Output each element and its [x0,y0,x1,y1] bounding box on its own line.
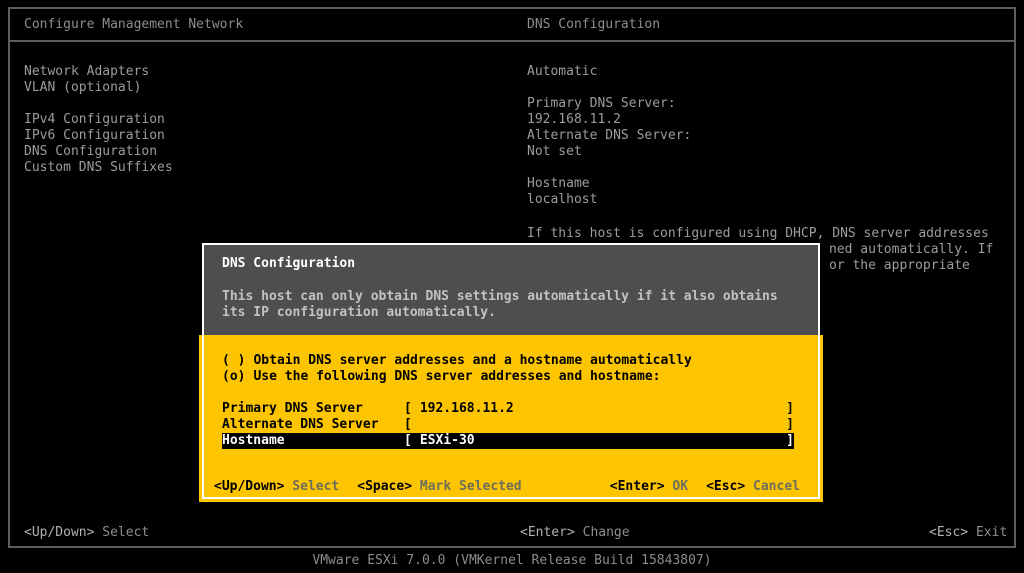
dialog-enter-hint: <Enter> OK [610,479,688,495]
dns-mode-value: Automatic [527,64,691,80]
bracket-close: ] [786,417,794,433]
menu-item-custom-dns-suffixes[interactable]: Custom DNS Suffixes [24,160,173,176]
bracket-open: [ [404,433,412,449]
bracket-close: ] [786,401,794,417]
radio-obtain-label: Obtain DNS server addresses and a hostna… [253,353,691,369]
updown-key-hint: <Up/Down> [24,525,94,540]
bracket-open: [ [404,417,412,433]
dialog-updown-hint: <Up/Down> Select [214,479,339,495]
dialog-header: DNS Configuration This host can only obt… [202,243,820,335]
hostname-label: Hostname [527,176,691,192]
dialog-esc-key: <Esc> [706,479,745,494]
menu-item-ipv6-configuration[interactable]: IPv6 Configuration [24,128,173,144]
alternate-dns-field-value[interactable] [420,417,786,433]
alternate-dns-field-label: Alternate DNS Server [222,417,404,433]
network-menu: Network Adapters VLAN (optional) IPv4 Co… [24,64,173,176]
dialog-updown-key: <Up/Down> [214,479,284,494]
dialog-body: ( ) Obtain DNS server addresses and a ho… [199,335,823,502]
hostname-field-value[interactable]: ESXi-30 [420,433,786,449]
dialog-body-inner: ( ) Obtain DNS server addresses and a ho… [202,335,820,499]
dialog-esc-hint: <Esc> Cancel [706,479,800,495]
page-title: Configure Management Network [24,17,243,33]
esxi-version-banner: VMware ESXi 7.0.0 (VMKernel Release Buil… [0,553,1024,569]
dialog-fields: Primary DNS Server [ 192.168.11.2 ] Alte… [222,401,800,449]
dhcp-note-fragment2: ned automatically. If [829,242,993,258]
menu-item-vlan[interactable]: VLAN (optional) [24,80,173,96]
dialog-updown-action: Select [292,479,339,494]
menu-spacer [24,96,173,112]
dialog-footer-left: <Up/Down> Select <Space> Mark Selected [214,479,522,495]
dialog-title: DNS Configuration [222,256,818,272]
hostname-field-label: Hostname [222,433,404,449]
menu-item-dns-configuration[interactable]: DNS Configuration [24,144,173,160]
hostname-value: localhost [527,192,691,208]
menu-item-network-adapters[interactable]: Network Adapters [24,64,173,80]
primary-dns-field-label: Primary DNS Server [222,401,404,417]
dialog-field-primary-dns[interactable]: Primary DNS Server [ 192.168.11.2 ] [222,401,794,417]
menu-item-ipv4-configuration[interactable]: IPv4 Configuration [24,112,173,128]
dialog-enter-key: <Enter> [610,479,665,494]
dialog-space-hint: <Space> Mark Selected [357,479,521,495]
dhcp-note-line1: If this host is configured using DHCP, D… [527,226,989,242]
dialog-enter-action: OK [672,479,688,494]
dhcp-note-fragment3: or the appropriate [829,258,970,274]
statusbar-enter-hint: <Enter> Change [520,525,630,541]
primary-dns-value: 192.168.11.2 [527,112,691,128]
radio-selected-icon: (o) [222,369,245,385]
esc-action-label [968,525,976,540]
enter-action-label [575,525,583,540]
dialog-description-line1: This host can only obtain DNS settings a… [222,289,818,305]
enter-key-hint: <Enter> [520,525,575,540]
alternate-dns-value: Not set [527,144,691,160]
alternate-dns-label: Alternate DNS Server: [527,128,691,144]
dialog-field-alternate-dns[interactable]: Alternate DNS Server [ ] [222,417,794,433]
dcui-screen: Configure Management Network DNS Configu… [0,0,1024,573]
section-title: DNS Configuration [527,17,660,33]
panel-spacer [527,160,691,176]
dialog-description-line2: its IP configuration automatically. [222,305,818,321]
dns-configuration-dialog: DNS Configuration This host can only obt… [199,243,823,502]
statusbar-updown-hint: <Up/Down> Select [24,525,149,541]
dialog-footer: <Up/Down> Select <Space> Mark Selected <… [214,479,800,495]
dialog-footer-right: <Enter> OK <Esc> Cancel [610,479,800,495]
dialog-space-key: <Space> [357,479,412,494]
primary-dns-label: Primary DNS Server: [527,96,691,112]
esc-key-hint: <Esc> [929,525,968,540]
primary-dns-field-value[interactable]: 192.168.11.2 [420,401,786,417]
esc-action-text: Exit [976,525,1007,540]
title-bar: Configure Management Network DNS Configu… [10,9,1014,42]
bracket-close: ] [786,433,794,449]
dns-info-panel: Automatic Primary DNS Server: 192.168.11… [527,64,691,208]
radio-use-following[interactable]: (o) Use the following DNS server address… [222,369,800,385]
radio-use-following-label: Use the following DNS server addresses a… [253,369,660,385]
dialog-esc-action: Cancel [753,479,800,494]
dialog-space-action: Mark Selected [420,479,522,494]
enter-action-text: Change [583,525,630,540]
statusbar-esc-hint: <Esc> Exit [929,525,1007,541]
updown-action-text: Select [102,525,149,540]
dialog-field-hostname[interactable]: Hostname [ ESXi-30 ] [222,433,794,449]
panel-spacer [527,80,691,96]
bracket-open: [ [404,401,412,417]
radio-unselected-icon: ( ) [222,353,245,369]
radio-obtain-automatically[interactable]: ( ) Obtain DNS server addresses and a ho… [222,353,800,369]
